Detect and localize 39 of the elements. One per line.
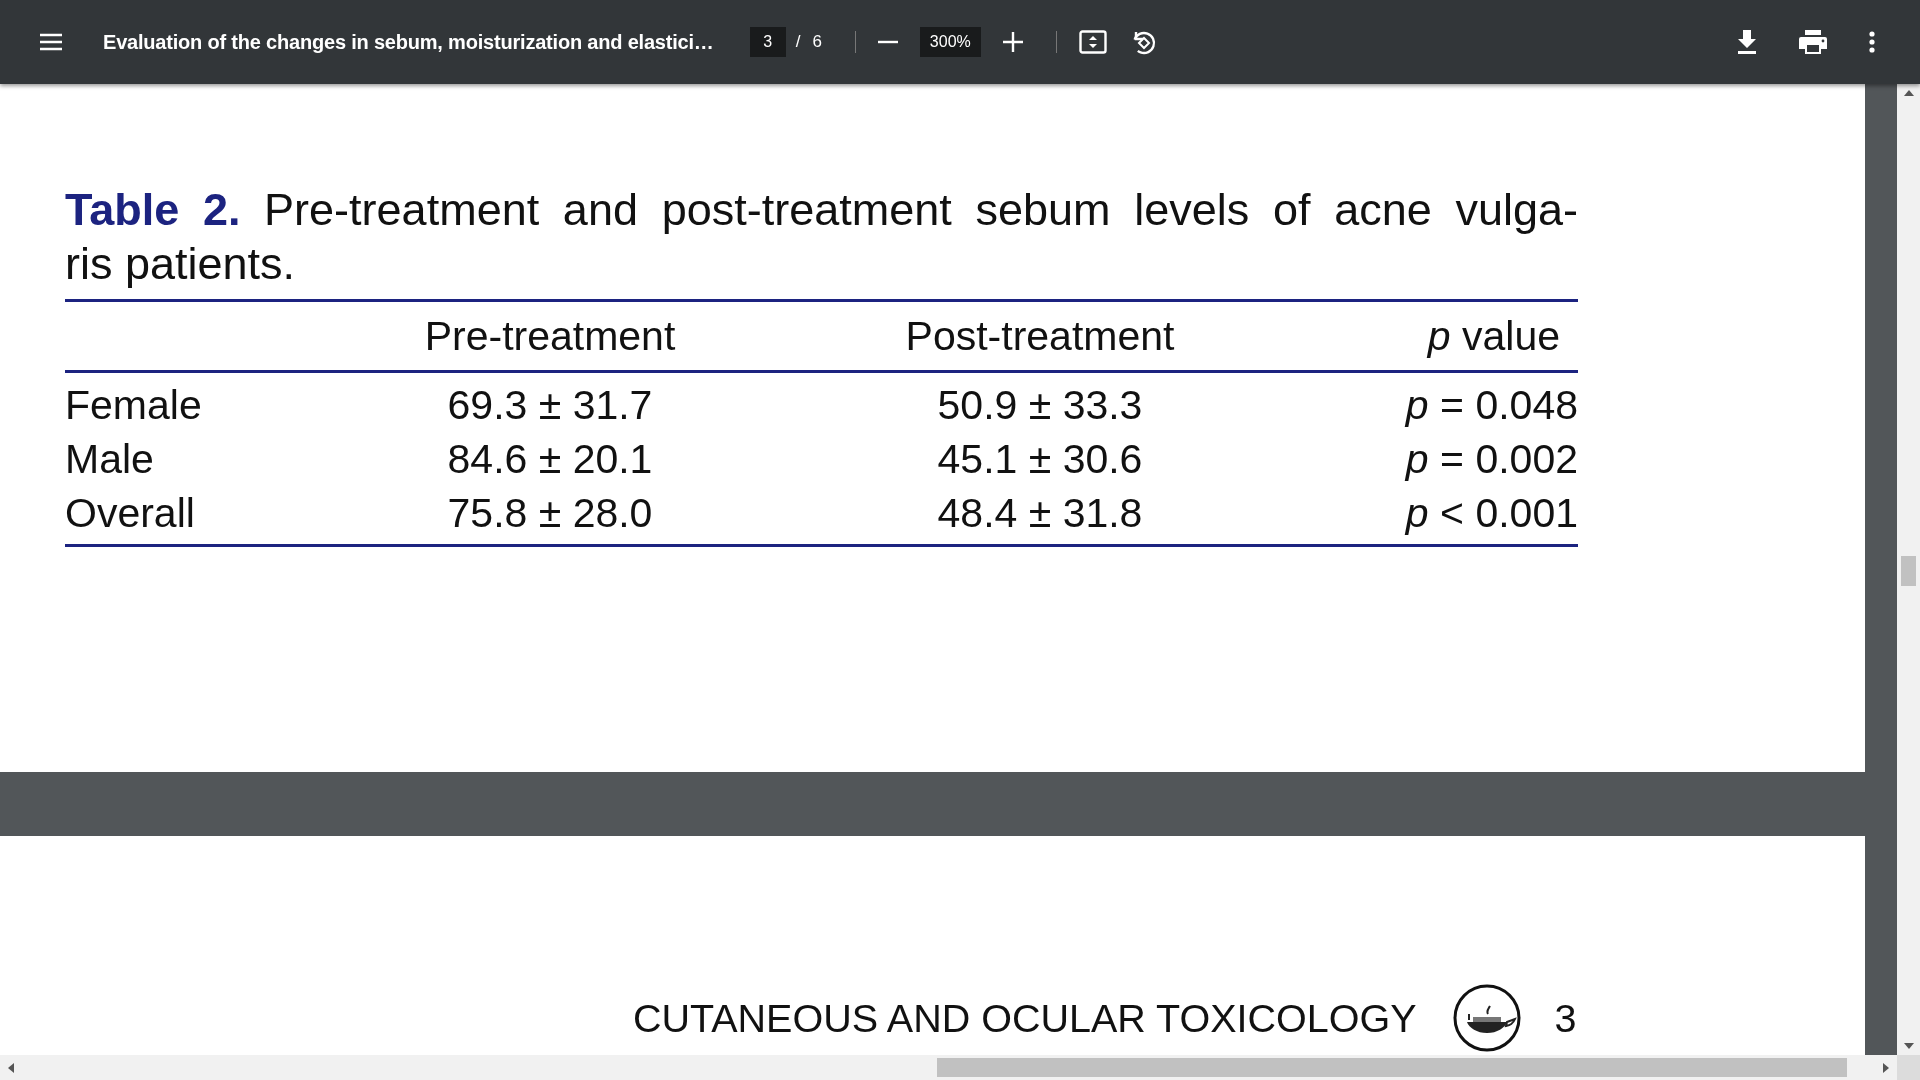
table-cell-text: p = 0.002 [1403,435,1578,483]
table-cell-text: p = 0.048 [1403,381,1578,429]
page-count: 6 [812,32,822,52]
page-number-field[interactable]: 3 [749,27,786,57]
document-title: Evaluation of the changes in sebum, moisturization and elastici… [103,30,714,54]
table-cell-text: 50.9 ± 33.3 [936,381,1144,429]
menu-icon[interactable] [39,32,63,52]
zoom-out-icon[interactable] [877,40,898,44]
scroll-down-icon[interactable] [1903,1043,1914,1049]
more-options-icon[interactable] [1869,31,1875,53]
scrollbar-thumb[interactable] [1901,556,1916,586]
download-icon[interactable] [1737,30,1757,54]
zoom-field[interactable]: 300% [919,27,981,57]
scrollbar-corner [1897,1055,1920,1080]
scrollbar-thumb[interactable] [937,1058,1847,1077]
scroll-right-icon[interactable] [1883,1062,1889,1073]
table-cell-text: 75.8 ± 28.0 [446,489,654,537]
table-cell-text: 45.1 ± 30.6 [936,435,1144,483]
row-label: Overall [65,489,196,537]
row-label: Female [65,381,203,429]
journal-name: CUTANEOUS AND OCULAR TOXICOLOGY [633,995,1417,1041]
table-cell-text: p < 0.001 [1403,489,1578,537]
column-header: p value [1425,312,1561,360]
row-label: Male [65,435,155,483]
column-header: Post-treatment [904,312,1176,360]
table-cell-text: 84.6 ± 20.1 [446,435,654,483]
fit-page-icon[interactable] [1078,30,1107,54]
zoom-in-icon[interactable] [1002,32,1023,52]
page-number: 3 [1554,995,1577,1041]
table-cell-text: 69.3 ± 31.7 [446,381,654,429]
scroll-left-icon[interactable] [8,1062,14,1073]
table-caption: Table 2. Pre-treatment and post-treatment sebum levels of acne vulga- [65,183,1578,237]
table-caption: ris patients. [65,237,297,291]
table-cell-text: 48.4 ± 31.8 [936,489,1144,537]
print-icon[interactable] [1799,30,1827,54]
lamp-logo-icon [1452,984,1521,1052]
scroll-up-icon[interactable] [1903,90,1914,96]
page-separator: / [795,32,801,52]
column-header: Pre-treatment [423,312,677,360]
